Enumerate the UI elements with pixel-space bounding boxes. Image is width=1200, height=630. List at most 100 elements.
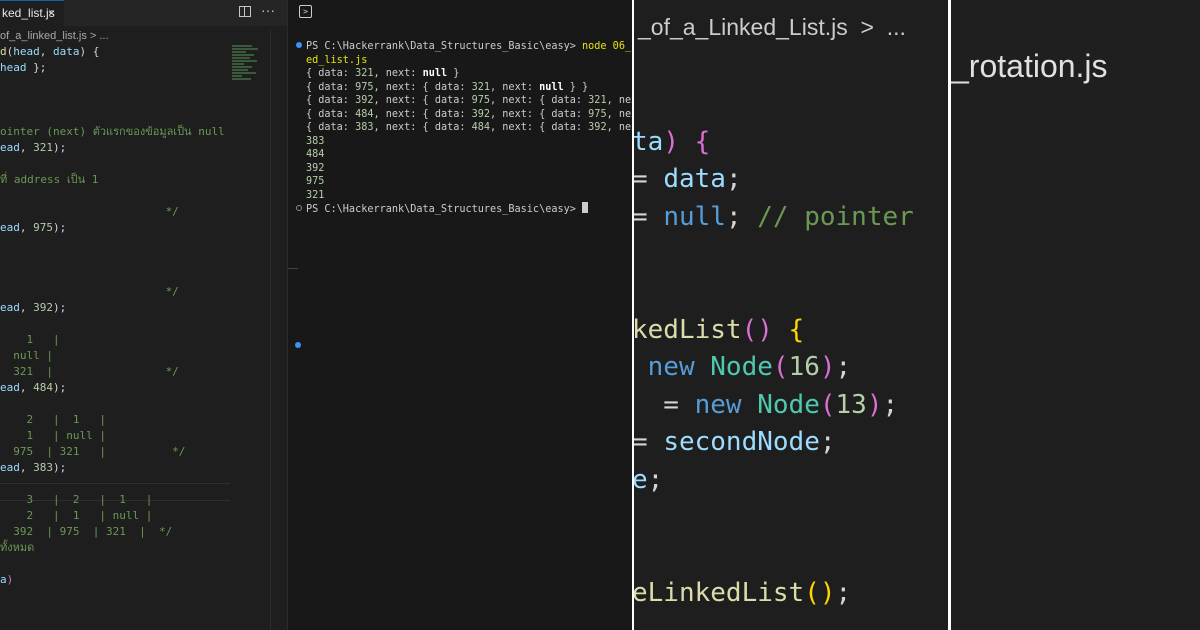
breadcrumb[interactable]: _of_a_Linked_List.js > ... <box>638 14 906 41</box>
code-token: ; <box>819 427 836 458</box>
code-line[interactable] <box>0 316 225 332</box>
code-line[interactable]: 2 | 1 | null | <box>0 508 225 524</box>
code-token: 16 <box>788 352 820 383</box>
terminal-text: , next: { data: <box>373 122 472 133</box>
code-token: , <box>19 141 34 154</box>
code-line[interactable] <box>0 476 225 492</box>
command-status-dot[interactable] <box>296 42 302 48</box>
code-token: { <box>694 126 711 157</box>
terminal-text: 484 <box>355 108 374 120</box>
code-token: data <box>53 45 80 58</box>
code-line[interactable] <box>0 108 225 124</box>
code-token: ) <box>6 573 14 586</box>
minimap[interactable] <box>232 44 264 94</box>
terminal-text: { data: <box>306 95 356 106</box>
terminal-line: { data: 484, next: { data: 392, next: { … <box>296 108 632 122</box>
terminal-text: ed_list.js <box>306 54 368 66</box>
code-line[interactable] <box>632 274 914 312</box>
code-line[interactable]: 3 | 2 | 1 | <box>0 492 225 508</box>
terminal-output[interactable]: PS C:\Hackerrank\Data_Structures_Basic\e… <box>296 40 632 217</box>
code-token: , <box>19 381 34 394</box>
terminal-pane[interactable]: > PS C:\Hackerrank\Data_Structures_Basic… <box>287 0 632 630</box>
code-line[interactable]: e; <box>632 462 914 500</box>
code-line[interactable]: ta) { <box>632 124 914 162</box>
zoomed-tab[interactable]: _rotation.js <box>951 0 1200 110</box>
code-token: , <box>19 461 34 474</box>
code-token: new <box>694 389 742 420</box>
collage-divider <box>948 0 951 630</box>
code-line[interactable] <box>632 236 914 274</box>
code-line[interactable] <box>0 556 225 572</box>
code-line[interactable]: null | <box>0 348 225 364</box>
code-token: secondNode <box>663 427 820 458</box>
editor-scrollbar[interactable] <box>270 30 283 630</box>
code-line[interactable]: head }; <box>0 60 225 76</box>
code-line[interactable] <box>0 268 225 284</box>
code-area[interactable]: d(head, data) {head }; ointer (next) ตัว… <box>0 44 225 588</box>
code-line[interactable]: a) <box>0 572 225 588</box>
code-token: , <box>19 221 34 234</box>
terminal-text: } } <box>563 81 589 93</box>
code-line[interactable]: 321 | */ <box>0 364 225 380</box>
code-line[interactable]: */ <box>0 204 225 220</box>
code-line[interactable]: eLinkedList(); <box>632 575 914 613</box>
code-line[interactable] <box>632 86 914 124</box>
breadcrumb[interactable]: of_a_linked_list.js > ... <box>0 30 109 42</box>
code-line[interactable] <box>0 236 225 252</box>
code-line[interactable]: kedList() { <box>632 312 914 350</box>
code-line[interactable]: ead, 484); <box>0 380 225 396</box>
more-actions-icon[interactable]: ··· <box>261 2 275 18</box>
code-line[interactable]: d(head, data) { <box>0 44 225 60</box>
code-line[interactable] <box>0 396 225 412</box>
code-line[interactable]: 1 | null | <box>0 428 225 444</box>
code-line[interactable]: 1 | <box>0 332 225 348</box>
code-line[interactable]: 975 | 321 | */ <box>0 444 225 460</box>
terminal-icon[interactable]: > <box>299 5 312 18</box>
code-line[interactable] <box>0 156 225 172</box>
code-line[interactable]: new Node(16); <box>632 349 914 387</box>
code-token: 392 | 975 | 321 | */ <box>0 525 173 538</box>
code-line[interactable]: = null; // pointer <box>632 199 914 237</box>
code-line[interactable]: = data; <box>632 161 914 199</box>
code-line[interactable] <box>632 537 914 575</box>
code-line[interactable]: 2 | 1 | <box>0 412 225 428</box>
code-line[interactable] <box>0 92 225 108</box>
code-line[interactable]: = secondNode; <box>632 424 914 462</box>
terminal-text: node 06_ <box>582 41 632 52</box>
command-status-dot[interactable] <box>296 205 302 211</box>
code-line[interactable]: ทั้งหมด <box>0 540 225 556</box>
code-token: e <box>632 464 648 495</box>
code-line[interactable] <box>0 76 225 92</box>
code-token: 484 <box>33 381 53 394</box>
code-line[interactable]: ointer (next) ตัวแรกของข้อมูลเป็น null <box>0 124 225 140</box>
code-token: head <box>0 61 27 74</box>
close-icon[interactable]: × <box>48 1 55 25</box>
code-line[interactable]: ead, 392); <box>0 300 225 316</box>
code-line[interactable] <box>0 252 225 268</box>
split-editor-icon[interactable] <box>239 6 251 17</box>
code-token: , <box>19 301 34 314</box>
terminal-cursor <box>582 202 589 213</box>
terminal-line: { data: 975, next: { data: 321, next: nu… <box>296 81 632 95</box>
code-line[interactable]: */ <box>0 284 225 300</box>
zoomed-code-area[interactable]: ta) {= data; = null; // pointer kedList()… <box>632 86 914 612</box>
editor-tab[interactable]: ked_list.js × <box>0 0 64 26</box>
code-line[interactable] <box>632 500 914 538</box>
terminal-line: 392 <box>296 162 632 176</box>
panel-sash[interactable] <box>288 268 298 269</box>
code-token: 975 <box>33 221 53 234</box>
code-token: = <box>632 164 664 195</box>
command-status-dot <box>295 342 301 348</box>
code-token: ); <box>53 221 67 234</box>
terminal-text: , nex <box>606 108 632 120</box>
code-line[interactable]: ead, 321); <box>0 140 225 156</box>
code-line[interactable]: = new Node(13); <box>632 387 914 425</box>
code-line[interactable]: ead, 975); <box>0 220 225 236</box>
code-line[interactable] <box>0 188 225 204</box>
code-line[interactable]: ที่ address เป็น 1 <box>0 172 225 188</box>
code-line[interactable]: 392 | 975 | 321 | */ <box>0 524 225 540</box>
code-token: 975 | 321 | */ <box>0 445 186 458</box>
code-line[interactable]: ead, 383); <box>0 460 225 476</box>
terminal-text: 383 <box>306 135 325 147</box>
